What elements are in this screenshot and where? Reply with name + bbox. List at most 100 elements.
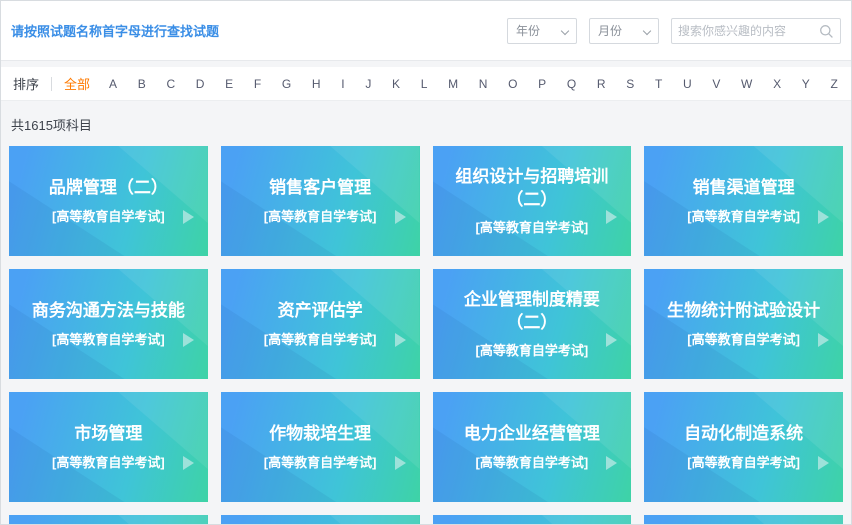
course-subtitle: [高等教育自学考试] bbox=[263, 208, 377, 224]
notice-text: 请按照试题名称首字母进行查找试题 bbox=[11, 24, 220, 39]
search-input[interactable] bbox=[672, 19, 812, 42]
course-card[interactable]: 品牌管理（二） [高等教育自学考试] bbox=[9, 146, 208, 256]
course-title: 品牌管理（二） bbox=[48, 178, 168, 198]
card-facet bbox=[9, 427, 125, 502]
course-title: 生物统计附试验设计 bbox=[667, 301, 821, 321]
letter-V[interactable]: V bbox=[711, 75, 721, 93]
letter-Q[interactable]: Q bbox=[566, 75, 577, 93]
course-card[interactable]: 自动化制造系统 [高等教育自学考试] bbox=[644, 392, 843, 502]
course-card[interactable]: 生物统计附试验设计 [高等教育自学考试] bbox=[644, 269, 843, 379]
letter-B[interactable]: B bbox=[137, 75, 147, 93]
course-title: 销售渠道管理 bbox=[692, 178, 795, 198]
card-facet bbox=[220, 304, 337, 379]
play-arrow-icon bbox=[818, 455, 829, 470]
card-facet bbox=[753, 392, 843, 469]
letter-Z[interactable]: Z bbox=[829, 75, 838, 93]
play-arrow-icon bbox=[182, 455, 194, 470]
month-select[interactable]: 月份 bbox=[589, 17, 659, 44]
course-card[interactable] bbox=[9, 515, 208, 524]
card-facet bbox=[118, 392, 208, 469]
course-subtitle: [高等教育自学考试] bbox=[687, 208, 800, 224]
letter-J[interactable]: J bbox=[364, 75, 372, 93]
letter-F[interactable]: F bbox=[253, 75, 262, 93]
course-card[interactable] bbox=[432, 515, 632, 525]
card-facet bbox=[118, 269, 208, 346]
play-arrow-icon bbox=[394, 209, 406, 224]
course-card[interactable]: 销售渠道管理 [高等教育自学考试] bbox=[644, 146, 843, 256]
letter-M[interactable]: M bbox=[447, 75, 459, 93]
top-bar: 请按照试题名称首字母进行查找试题 年份 月份 bbox=[1, 1, 851, 61]
card-facet bbox=[330, 392, 420, 469]
course-card[interactable]: 作物栽培生理 [高等教育自学考试] bbox=[220, 392, 420, 502]
chevron-down-icon bbox=[642, 26, 652, 35]
letter-D[interactable]: D bbox=[195, 75, 206, 93]
card-facet bbox=[644, 515, 843, 525]
letter-S[interactable]: S bbox=[625, 75, 635, 93]
letter-H[interactable]: H bbox=[311, 75, 322, 93]
play-arrow-icon bbox=[394, 332, 406, 347]
letter-L[interactable]: L bbox=[420, 75, 429, 93]
letter-U[interactable]: U bbox=[682, 75, 693, 93]
card-facet bbox=[644, 181, 760, 256]
play-arrow-icon bbox=[606, 332, 618, 347]
search-icon[interactable] bbox=[819, 24, 834, 39]
letter-W[interactable]: W bbox=[740, 75, 753, 93]
course-card[interactable]: 销售客户管理 [高等教育自学考试] bbox=[220, 146, 420, 256]
card-facet bbox=[220, 427, 337, 502]
card-facet bbox=[432, 427, 548, 502]
filter-all[interactable]: 全部 bbox=[64, 74, 90, 93]
course-card[interactable]: 资产评估学 [高等教育自学考试] bbox=[220, 269, 420, 379]
letter-O[interactable]: O bbox=[507, 75, 518, 93]
letter-Y[interactable]: Y bbox=[801, 75, 811, 93]
letter-E[interactable]: E bbox=[224, 75, 234, 93]
course-title: 自动化制造系统 bbox=[684, 424, 804, 444]
course-title: 销售客户管理 bbox=[269, 178, 372, 198]
letter-list: A BC DE F G HI J K LM NO P Q RS T UV W X YZ bbox=[108, 75, 839, 93]
card-facet bbox=[753, 146, 843, 223]
course-subtitle: [高等教育自学考试] bbox=[475, 454, 589, 470]
course-card[interactable]: 组织设计与招聘培训（二） [高等教育自学考试] bbox=[432, 146, 632, 256]
letter-X[interactable]: X bbox=[772, 75, 782, 93]
play-arrow-icon bbox=[818, 209, 829, 224]
letter-I[interactable]: I bbox=[340, 75, 345, 93]
letter-N[interactable]: N bbox=[478, 75, 489, 93]
course-title: 作物栽培生理 bbox=[269, 424, 372, 444]
letter-A[interactable]: A bbox=[108, 75, 118, 93]
course-title: 企业管理制度精要（二） bbox=[463, 289, 600, 332]
course-card[interactable] bbox=[644, 515, 843, 525]
letter-T[interactable]: T bbox=[654, 75, 663, 93]
course-card[interactable]: 电力企业经营管理 [高等教育自学考试] bbox=[432, 392, 632, 502]
course-grid-partial bbox=[1, 515, 851, 525]
result-count: 共1615项科目 bbox=[1, 101, 851, 146]
card-facet bbox=[433, 515, 632, 525]
letter-R[interactable]: R bbox=[596, 75, 607, 93]
search-box bbox=[671, 17, 841, 44]
card-facet bbox=[9, 304, 125, 379]
course-subtitle: [高等教育自学考试] bbox=[52, 331, 165, 347]
month-select-label: 月份 bbox=[598, 24, 623, 38]
course-card[interactable]: 市场管理 [高等教育自学考试] bbox=[9, 392, 208, 502]
course-card[interactable]: 商务沟通方法与技能 [高等教育自学考试] bbox=[9, 269, 208, 379]
card-facet bbox=[118, 146, 208, 223]
card-facet bbox=[220, 181, 337, 256]
course-card[interactable]: 企业管理制度精要（二） [高等教育自学考试] bbox=[432, 269, 632, 379]
filter-bar: 排序 全部 A BC DE F G HI J K LM NO P Q RS T UV W X YZ bbox=[1, 67, 851, 101]
page: 请按照试题名称首字母进行查找试题 年份 月份 排序 全部 A BC DE F G HI bbox=[0, 0, 852, 525]
play-arrow-icon bbox=[606, 209, 618, 224]
card-facet bbox=[644, 304, 760, 379]
play-arrow-icon bbox=[182, 209, 194, 224]
year-select-label: 年份 bbox=[516, 24, 541, 38]
course-subtitle: [高等教育自学考试] bbox=[687, 331, 800, 347]
letter-G[interactable]: G bbox=[281, 75, 292, 93]
course-subtitle: [高等教育自学考试] bbox=[263, 454, 377, 470]
year-select[interactable]: 年份 bbox=[507, 17, 577, 44]
header-controls: 年份 月份 bbox=[507, 17, 841, 44]
letter-K[interactable]: K bbox=[391, 75, 401, 93]
card-facet bbox=[644, 427, 760, 502]
card-facet bbox=[9, 181, 125, 256]
card-facet bbox=[118, 515, 208, 524]
letter-P[interactable]: P bbox=[537, 75, 547, 93]
course-card[interactable] bbox=[220, 515, 420, 524]
letter-C[interactable]: C bbox=[165, 75, 176, 93]
card-facet bbox=[330, 146, 420, 223]
